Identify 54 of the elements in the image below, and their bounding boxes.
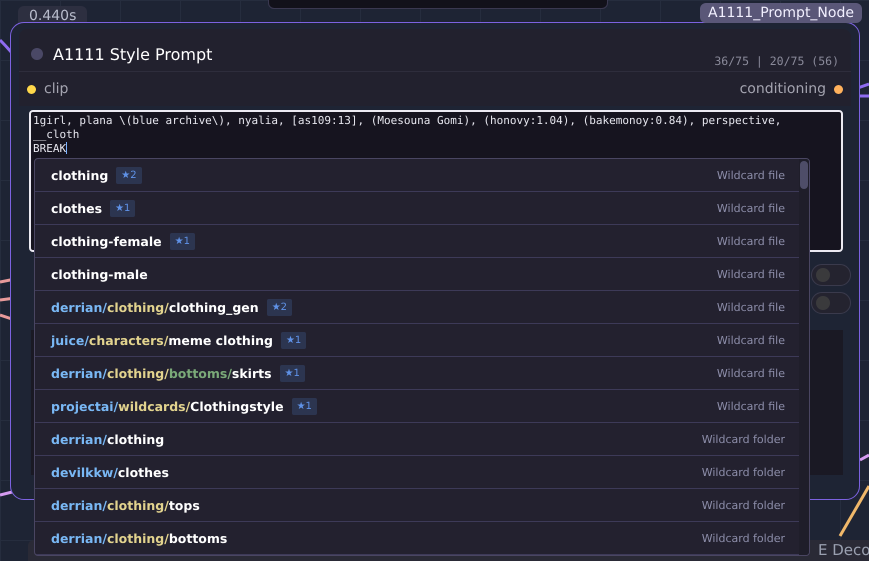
input-label: clip — [44, 81, 68, 97]
suggestion-text: derrian/clothing/tops — [51, 498, 200, 512]
autocomplete-item[interactable]: derrian/clothing/bottoms/skirts ★1 Wildcard file — [35, 357, 799, 390]
suggestion-text: projectai/wildcards/Clothingstyle — [51, 398, 284, 414]
count-badge: ★1 — [292, 398, 317, 414]
input-slot-icon[interactable] — [27, 84, 36, 94]
autocomplete-item[interactable]: clothing ★2 Wildcard file — [35, 159, 799, 192]
autocomplete-item[interactable]: devilkkw/clothes Wildcard folder — [35, 456, 799, 489]
autocomplete-item[interactable]: derrian/clothing/bottoms Wildcard folder — [35, 522, 799, 555]
item-type: Wildcard file — [716, 268, 785, 280]
item-type: Wildcard file — [716, 168, 785, 182]
suggestion-text: clothing-male — [51, 266, 148, 282]
item-type: Wildcard folder — [702, 466, 785, 478]
item-type: Wildcard file — [716, 400, 785, 412]
suggestion-text: clothes — [51, 200, 102, 216]
suggestion-text: derrian/clothing/bottoms — [51, 530, 228, 546]
token-count: 36/75 | 20/75 (56) — [714, 54, 839, 68]
suggestion-text: devilkkw/clothes — [51, 464, 169, 480]
item-type: Wildcard folder — [702, 532, 785, 544]
autocomplete-item[interactable]: clothes ★1 Wildcard file — [35, 192, 799, 225]
count-badge: ★1 — [110, 200, 136, 216]
node-type-badge: A1111_Prompt_Node — [700, 3, 862, 23]
item-type: Wildcard file — [716, 300, 785, 314]
autocomplete-item[interactable]: clothing-male Wildcard file — [35, 258, 799, 291]
count-badge: ★1 — [170, 232, 195, 250]
suggestion-text: clothing-female — [51, 234, 162, 248]
node-title: A1111 Style Prompt — [53, 44, 212, 64]
count-badge: ★1 — [280, 364, 305, 382]
item-type: Wildcard file — [716, 334, 785, 346]
autocomplete-item[interactable]: projectai/wildcards/Clothingstyle ★1 Wildcard file — [35, 390, 799, 423]
suggestion-text: derrian/clothing — [51, 432, 164, 446]
suggestion-text: derrian/clothing/bottoms/skirts — [51, 366, 272, 380]
item-type: Wildcard folder — [702, 432, 785, 446]
suggestion-text: derrian/clothing/clothing_gen — [51, 300, 259, 314]
count-badge: ★1 — [280, 332, 306, 348]
item-type: Wildcard folder — [702, 498, 785, 512]
scrollbar-thumb[interactable] — [800, 161, 808, 189]
item-type: Wildcard file — [716, 202, 785, 214]
output-label: conditioning — [740, 81, 826, 97]
autocomplete-item[interactable]: juice/characters/meme clothing ★1 Wildcard file — [35, 324, 799, 357]
item-type: Wildcard file — [716, 366, 785, 380]
suggestion-text: juice/characters/meme clothing — [51, 332, 273, 348]
autocomplete-item[interactable]: derrian/clothing/clothing_gen ★2 Wildcard file — [35, 291, 799, 324]
autocomplete-item[interactable]: clothing-female ★1 Wildcard file — [35, 225, 799, 258]
toggle-switch[interactable] — [811, 264, 851, 286]
autocomplete-item[interactable]: derrian/clothing Wildcard folder — [35, 423, 799, 456]
count-badge: ★2 — [116, 166, 142, 184]
item-type: Wildcard file — [716, 234, 785, 248]
output-slot-icon[interactable] — [834, 84, 843, 94]
collapse-dot-icon[interactable] — [31, 48, 43, 60]
autocomplete-item[interactable]: derrian/clothing/tops Wildcard folder — [35, 489, 799, 522]
suggestion-text: clothing — [51, 168, 108, 182]
count-badge: ★2 — [266, 298, 292, 316]
toggle-switch[interactable] — [811, 292, 851, 314]
